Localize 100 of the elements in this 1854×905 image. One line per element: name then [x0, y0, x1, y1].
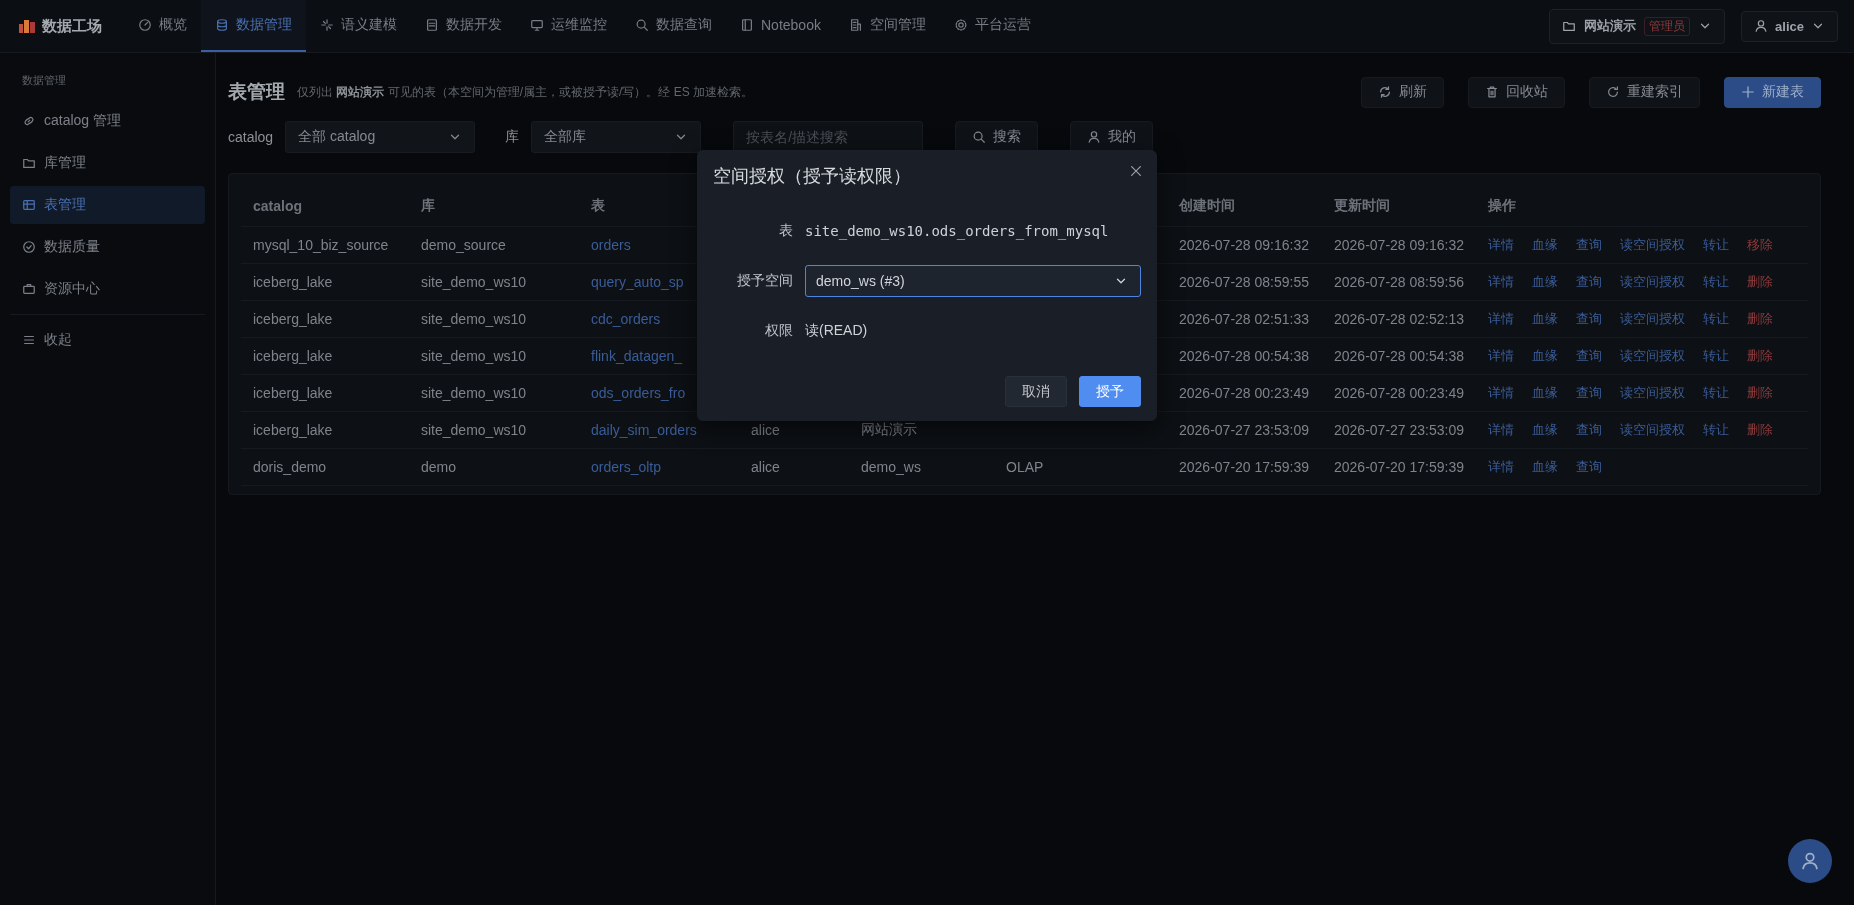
column-header: 表 — [591, 197, 605, 215]
delete-link[interactable]: 删除 — [1747, 273, 1773, 291]
nav-tab[interactable]: 空间管理 — [834, 0, 940, 52]
table-cell: 2026-07-28 00:54:38 — [1179, 348, 1309, 364]
delete-link[interactable]: 移除 — [1747, 236, 1773, 254]
action-link[interactable]: 转让 — [1703, 310, 1729, 328]
action-link[interactable]: 读空间授权 — [1620, 273, 1685, 291]
toolbar-button[interactable]: 新建表 — [1724, 76, 1821, 108]
search-button[interactable]: 搜索 — [955, 121, 1039, 153]
action-link[interactable]: 读空间授权 — [1620, 421, 1685, 439]
action-link[interactable]: 详情 — [1488, 384, 1514, 402]
nav-tab[interactable]: 数据开发 — [411, 0, 516, 52]
action-link[interactable]: 转让 — [1703, 273, 1729, 291]
catalog-select[interactable]: 全部 catalog — [285, 121, 476, 153]
delete-link[interactable]: 删除 — [1747, 421, 1773, 439]
toolbar-button[interactable]: 回收站 — [1468, 76, 1565, 108]
table-cell: 2026-07-28 00:23:49 — [1179, 385, 1309, 401]
action-link[interactable]: 详情 — [1488, 347, 1514, 365]
action-link[interactable]: 转让 — [1703, 347, 1729, 365]
field-value: 读(READ) — [805, 322, 868, 340]
field-value: site_demo_ws10.ods_orders_from_mysql — [805, 223, 1109, 239]
action-link[interactable]: 详情 — [1488, 458, 1514, 476]
nav-tab[interactable]: 概览 — [124, 0, 201, 52]
database-select[interactable]: 全部库 — [531, 121, 702, 153]
table-link[interactable]: daily_sim_orders — [591, 422, 697, 438]
sidebar-item[interactable]: 数据质量 — [10, 228, 205, 266]
sidebar-item[interactable]: 资源中心 — [10, 270, 205, 308]
action-link[interactable]: 读空间授权 — [1620, 236, 1685, 254]
cancel-button[interactable]: 取消 — [1005, 376, 1067, 407]
table-link[interactable]: flink_datagen_ — [591, 348, 683, 364]
action-link[interactable]: 查询 — [1576, 458, 1602, 476]
table-link[interactable]: cdc_orders — [591, 311, 661, 327]
app-title: 数据工场 — [42, 16, 102, 36]
action-link[interactable]: 转让 — [1703, 421, 1729, 439]
delete-link[interactable]: 删除 — [1747, 310, 1773, 328]
action-link[interactable]: 转让 — [1703, 236, 1729, 254]
table-cell: demo_source — [421, 237, 506, 253]
action-link[interactable]: 血缘 — [1532, 310, 1558, 328]
action-link[interactable]: 血缘 — [1532, 236, 1558, 254]
table-cell: 2026-07-28 00:23:49 — [1334, 385, 1464, 401]
action-link[interactable]: 血缘 — [1532, 384, 1558, 402]
action-link[interactable]: 查询 — [1576, 310, 1602, 328]
delete-link[interactable]: 删除 — [1747, 347, 1773, 365]
field-label: 表 — [779, 222, 793, 240]
action-link[interactable]: 读空间授权 — [1620, 310, 1685, 328]
help-button[interactable] — [1788, 839, 1832, 883]
grant-button[interactable]: 授予 — [1079, 376, 1141, 407]
nav-tab[interactable]: 语义建模 — [306, 0, 411, 52]
collapse-label: 收起 — [44, 331, 72, 349]
workspace-name: 网站演示 — [1584, 17, 1637, 35]
action-link[interactable]: 查询 — [1576, 347, 1602, 365]
collapse-button[interactable]: 收起 — [10, 321, 205, 359]
toolbar-button[interactable]: 刷新 — [1361, 76, 1444, 108]
table-link[interactable]: ods_orders_fro — [591, 385, 686, 401]
mine-button[interactable]: 我的 — [1070, 121, 1154, 153]
action-link[interactable]: 血缘 — [1532, 347, 1558, 365]
table-cell: iceberg_lake — [253, 311, 333, 327]
nav-tab[interactable]: 平台运营 — [939, 0, 1045, 52]
action-link[interactable]: 详情 — [1488, 310, 1514, 328]
trash-icon — [1485, 85, 1499, 99]
table-cell: demo — [421, 459, 457, 475]
reload-icon — [1606, 85, 1620, 99]
sidebar-item[interactable]: 表管理 — [10, 186, 205, 224]
nav-tab[interactable]: 数据管理 — [201, 0, 306, 52]
person-icon — [1754, 19, 1769, 33]
action-link[interactable]: 查询 — [1576, 273, 1602, 291]
sidebar-item[interactable]: 库管理 — [10, 144, 205, 182]
table-cell: iceberg_lake — [253, 422, 333, 438]
sidebar-item-label: 数据质量 — [44, 238, 100, 256]
close-button[interactable] — [1129, 164, 1143, 178]
action-link[interactable]: 转让 — [1703, 384, 1729, 402]
filter-label: catalog — [228, 129, 274, 145]
action-link[interactable]: 读空间授权 — [1620, 347, 1685, 365]
table-link[interactable]: orders — [591, 237, 631, 253]
user-menu[interactable]: alice — [1741, 10, 1838, 42]
search-field[interactable]: 按表名/描述搜索 — [733, 121, 924, 153]
toolbar-button[interactable]: 重建索引 — [1589, 76, 1700, 108]
action-link[interactable]: 血缘 — [1532, 458, 1558, 476]
action-link[interactable]: 详情 — [1488, 236, 1514, 254]
workspace-select[interactable]: demo_ws (#3) — [805, 265, 1141, 297]
action-link[interactable]: 读空间授权 — [1620, 384, 1685, 402]
action-link[interactable]: 查询 — [1576, 421, 1602, 439]
column-header: catalog — [253, 198, 302, 214]
action-link[interactable]: 查询 — [1576, 384, 1602, 402]
action-link[interactable]: 详情 — [1488, 421, 1514, 439]
action-link[interactable]: 血缘 — [1532, 421, 1558, 439]
table-cell: 2026-07-20 17:59:39 — [1179, 459, 1309, 475]
nav-tab[interactable]: Notebook — [726, 0, 835, 52]
action-link[interactable]: 查询 — [1576, 236, 1602, 254]
action-link[interactable]: 详情 — [1488, 273, 1514, 291]
nav-tab[interactable]: 运维监控 — [516, 0, 621, 52]
table-link[interactable]: orders_oltp — [591, 459, 662, 475]
delete-link[interactable]: 删除 — [1747, 384, 1773, 402]
workspace-selector[interactable]: 网站演示 管理员 — [1549, 8, 1726, 44]
nav-tab[interactable]: 数据查询 — [621, 0, 726, 52]
table-cell: iceberg_lake — [253, 385, 333, 401]
sidebar-item[interactable]: catalog 管理 — [10, 102, 205, 140]
dialog-title: 空间授权（授予读权限） — [713, 165, 911, 188]
table-link[interactable]: query_auto_sp — [591, 274, 684, 290]
action-link[interactable]: 血缘 — [1532, 273, 1558, 291]
